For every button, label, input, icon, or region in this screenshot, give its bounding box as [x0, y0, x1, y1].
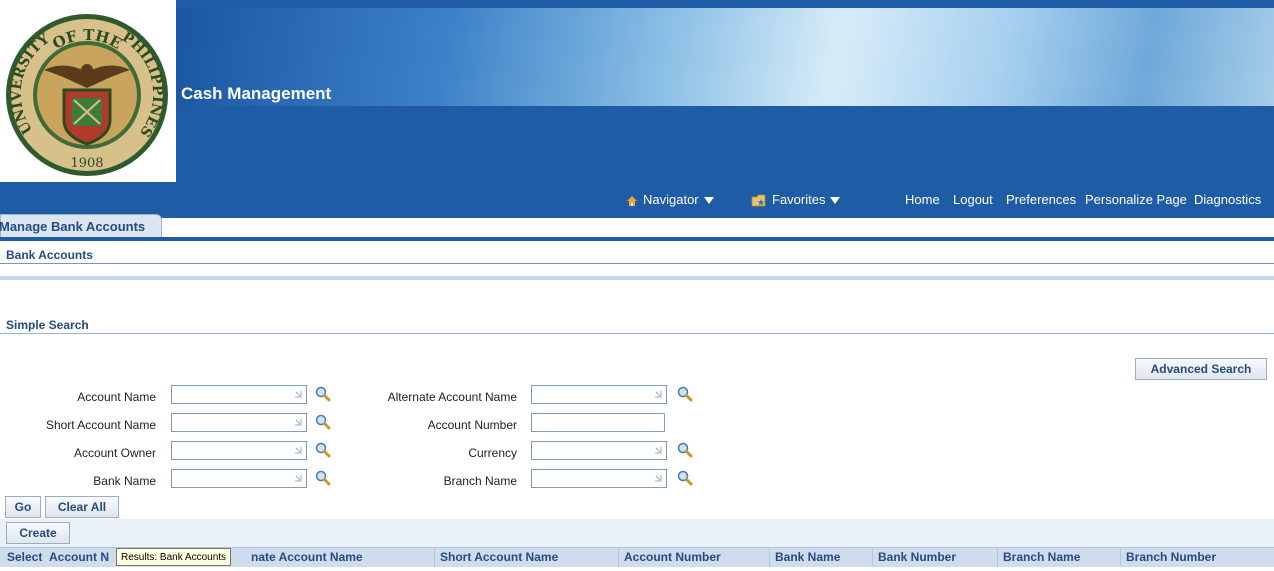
lov-indicator-icon: [295, 475, 302, 482]
alternate-account-name-input[interactable]: [531, 385, 667, 404]
logo-box: OF THE UNIVERSITY PHILIPPINES 1908: [0, 8, 176, 182]
col-short-account-name[interactable]: Short Account Name: [440, 550, 558, 564]
search-icon[interactable]: [677, 470, 693, 486]
create-button[interactable]: Create: [6, 522, 70, 544]
navigator-label: Navigator: [643, 192, 699, 207]
chevron-down-icon: [703, 197, 714, 205]
personalize-page-link[interactable]: Personalize Page: [1085, 192, 1187, 207]
alternate-account-name-label: Alternate Account Name: [387, 390, 517, 404]
currency-input[interactable]: [531, 441, 667, 460]
search-icon[interactable]: [677, 442, 693, 458]
clear-all-button[interactable]: Clear All: [45, 496, 119, 518]
lov-indicator-icon: [295, 419, 302, 426]
col-account-number[interactable]: Account Number: [624, 550, 721, 564]
seal-year: 1908: [70, 156, 103, 171]
favorites-menu[interactable]: Favorites: [751, 192, 841, 207]
diagnostics-link[interactable]: Diagnostics: [1194, 192, 1261, 207]
search-icon[interactable]: [677, 386, 693, 402]
app-title: Cash Management: [181, 84, 332, 103]
col-bank-number[interactable]: Bank Number: [878, 550, 956, 564]
short-account-name-input[interactable]: [171, 413, 307, 432]
favorites-folder-icon: [751, 194, 766, 207]
account-name-label: Account Name: [77, 390, 156, 404]
col-select: Select: [7, 550, 43, 564]
col-account-name[interactable]: Account N: [49, 550, 109, 564]
tab-label: Manage Bank Accounts: [0, 219, 146, 234]
account-number-label: Account Number: [427, 418, 517, 432]
account-name-input[interactable]: [171, 385, 307, 404]
col-bank-name[interactable]: Bank Name: [775, 550, 840, 564]
home-link[interactable]: Home: [905, 192, 940, 207]
col-alternate-account-name[interactable]: nate Account Name: [251, 550, 363, 564]
advanced-search-button[interactable]: Advanced Search: [1135, 358, 1267, 380]
header-gradient: [176, 8, 1274, 106]
account-owner-input[interactable]: [171, 441, 307, 460]
short-account-name-label: Short Account Name: [45, 418, 156, 432]
account-number-input[interactable]: [531, 413, 665, 432]
navigator-menu[interactable]: Navigator: [626, 192, 714, 207]
logout-link[interactable]: Logout: [953, 192, 993, 207]
go-button[interactable]: Go: [5, 496, 41, 518]
currency-label: Currency: [468, 446, 517, 460]
simple-search-title: Simple Search: [6, 318, 89, 332]
lov-indicator-icon: [295, 391, 302, 398]
search-icon[interactable]: [315, 442, 331, 458]
search-icon[interactable]: [315, 470, 331, 486]
subtab-bank-accounts[interactable]: Bank Accounts: [6, 248, 93, 262]
branch-name-input[interactable]: [531, 469, 667, 488]
results-tooltip: Results: Bank Accounts: [116, 548, 232, 566]
col-branch-name[interactable]: Branch Name: [1003, 550, 1080, 564]
lov-indicator-icon: [655, 447, 662, 454]
lov-indicator-icon: [655, 391, 662, 398]
branch-name-label: Branch Name: [443, 474, 517, 488]
bank-name-label: Bank Name: [93, 474, 156, 488]
tab-manage-bank-accounts[interactable]: Manage Bank Accounts: [0, 214, 162, 238]
search-icon[interactable]: [315, 386, 331, 402]
home-icon: [627, 195, 637, 206]
university-seal-logo: OF THE UNIVERSITY PHILIPPINES 1908: [6, 14, 168, 176]
header-dark-band: [176, 106, 1274, 182]
lov-indicator-icon: [295, 447, 302, 454]
bank-name-input[interactable]: [171, 469, 307, 488]
col-branch-number[interactable]: Branch Number: [1126, 550, 1216, 564]
account-owner-label: Account Owner: [73, 446, 156, 460]
favorites-label: Favorites: [772, 192, 826, 207]
chevron-down-icon: [830, 197, 841, 205]
lov-indicator-icon: [655, 475, 662, 482]
results-toolbar: [0, 519, 1274, 547]
search-icon[interactable]: [315, 414, 331, 430]
table-body: [0, 567, 1274, 571]
preferences-link[interactable]: Preferences: [1006, 192, 1076, 207]
